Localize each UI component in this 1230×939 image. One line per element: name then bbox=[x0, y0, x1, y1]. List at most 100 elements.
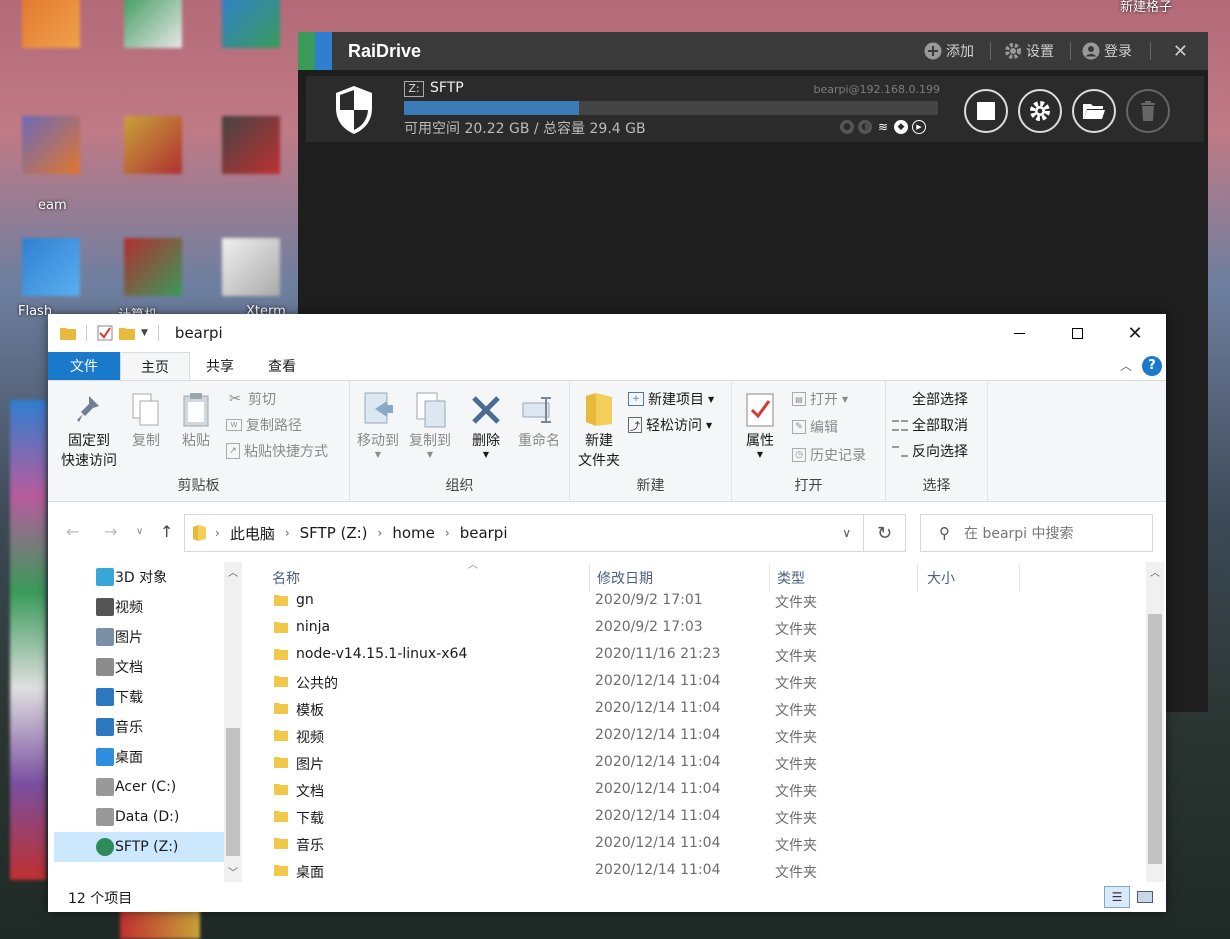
breadcrumb-this-pc[interactable]: 此电脑 bbox=[230, 523, 275, 544]
open-folder-button[interactable] bbox=[1072, 89, 1116, 133]
rename-button[interactable]: 重命名 bbox=[512, 389, 566, 451]
desktop-app-icon[interactable] bbox=[222, 116, 280, 174]
file-row[interactable]: 公共的 2020/12/14 11:04 文件夹 bbox=[272, 669, 1140, 696]
nav-item[interactable]: SFTP (Z:) bbox=[54, 832, 224, 862]
address-bar[interactable]: › 此电脑 › SFTP (Z:) › home › bearpi ∨ bbox=[184, 514, 864, 552]
file-row[interactable]: 模板 2020/12/14 11:04 文件夹 bbox=[272, 696, 1140, 723]
tab-view[interactable]: 查看 bbox=[250, 352, 314, 380]
help-button[interactable]: ? bbox=[1142, 356, 1162, 376]
cut-button[interactable]: ✂ 剪切 bbox=[226, 389, 276, 409]
history-button[interactable]: ◷ 历史记录 bbox=[792, 445, 866, 465]
scrollbar-thumb[interactable] bbox=[1148, 614, 1162, 864]
file-row[interactable]: 视频 2020/12/14 11:04 文件夹 bbox=[272, 723, 1140, 750]
breadcrumb-sftp[interactable]: SFTP (Z:) bbox=[300, 524, 368, 542]
nav-item[interactable]: 图片 bbox=[54, 622, 224, 652]
new-folder-icon[interactable] bbox=[119, 326, 135, 340]
file-row[interactable]: 音乐 2020/12/14 11:04 文件夹 bbox=[272, 831, 1140, 858]
maximize-button[interactable] bbox=[1048, 314, 1106, 352]
navigation-scrollbar[interactable]: ︿ ﹀ bbox=[224, 562, 242, 882]
properties-button[interactable]: 属性 ▼ bbox=[740, 389, 780, 459]
large-icons-view-icon bbox=[1137, 891, 1153, 903]
paste-button[interactable]: 粘贴 bbox=[174, 389, 218, 451]
paste-shortcut-button[interactable]: ↗ 粘贴快捷方式 bbox=[226, 441, 328, 461]
file-list-scrollbar[interactable]: ︿ bbox=[1146, 562, 1164, 882]
select-none-button[interactable]: 全部取消 bbox=[892, 415, 968, 435]
desktop-app-icon[interactable] bbox=[22, 0, 80, 48]
scrollbar-thumb[interactable] bbox=[226, 728, 240, 856]
delete-drive-button[interactable] bbox=[1126, 89, 1170, 133]
login-button[interactable]: 登录 bbox=[1082, 32, 1132, 70]
back-button[interactable]: ← bbox=[66, 522, 79, 541]
delete-button[interactable]: 删除 ▼ bbox=[464, 389, 508, 459]
breadcrumb-home[interactable]: home bbox=[392, 524, 435, 542]
raidrive-titlebar[interactable]: RaiDrive 添加 设置 登录 ✕ bbox=[298, 32, 1208, 70]
file-row[interactable]: gn 2020/9/2 17:01 文件夹 bbox=[272, 588, 1140, 615]
file-row[interactable]: node-v14.15.1-linux-x64 2020/11/16 21:23 文… bbox=[272, 642, 1140, 669]
desktop-app-icon[interactable] bbox=[22, 238, 80, 296]
open-button[interactable]: ▤ 打开 ▼ bbox=[792, 389, 848, 409]
desktop-app-icon[interactable] bbox=[222, 238, 280, 296]
properties-check-icon[interactable] bbox=[97, 325, 113, 341]
column-header-type[interactable]: 类型 bbox=[777, 568, 805, 588]
nav-item[interactable]: 3D 对象 bbox=[54, 562, 224, 592]
column-header-name[interactable]: 名称 bbox=[272, 568, 300, 588]
refresh-button[interactable]: ↻ bbox=[864, 514, 906, 552]
file-row[interactable]: 下载 2020/12/14 11:04 文件夹 bbox=[272, 804, 1140, 831]
disconnect-button[interactable] bbox=[964, 89, 1008, 133]
tab-file[interactable]: 文件 bbox=[48, 352, 120, 380]
new-folder-button[interactable]: 新建 文件夹 bbox=[574, 389, 624, 471]
search-input[interactable]: ⚲ 在 bearpi 中搜索 bbox=[920, 514, 1153, 552]
pin-quick-access-button[interactable]: 固定到 快速访问 bbox=[56, 389, 122, 471]
explorer-titlebar[interactable]: ▼ bearpi ✕ bbox=[48, 314, 1166, 352]
minimize-button[interactable] bbox=[990, 314, 1048, 352]
close-button[interactable]: ✕ bbox=[1106, 314, 1164, 352]
nav-item[interactable]: Acer (C:) bbox=[54, 772, 224, 802]
edit-button[interactable]: ✎ 编辑 bbox=[792, 417, 838, 437]
nav-item[interactable]: 音乐 bbox=[54, 712, 224, 742]
recent-locations-button[interactable]: ∨ bbox=[136, 526, 143, 537]
desktop-app-icon[interactable] bbox=[10, 400, 46, 880]
nav-item[interactable]: 视频 bbox=[54, 592, 224, 622]
forward-button[interactable]: → bbox=[104, 522, 117, 541]
large-icons-view-button[interactable] bbox=[1132, 886, 1158, 908]
move-to-button[interactable]: 移动到 ▼ bbox=[354, 389, 402, 459]
file-row[interactable]: ninja 2020/9/2 17:03 文件夹 bbox=[272, 615, 1140, 642]
nav-item[interactable]: Data (D:) bbox=[54, 802, 224, 832]
column-header-size[interactable]: 大小 bbox=[927, 568, 955, 588]
details-view-button[interactable]: ☰ bbox=[1104, 886, 1130, 908]
select-all-button[interactable]: 全部选择 bbox=[892, 389, 968, 409]
desktop-app-icon[interactable] bbox=[124, 238, 182, 296]
drive-letter-badge: Z: bbox=[404, 81, 424, 97]
invert-selection-button[interactable]: 反向选择 bbox=[892, 441, 968, 461]
breadcrumb-bearpi[interactable]: bearpi bbox=[460, 524, 508, 542]
copy-button[interactable]: 复制 bbox=[126, 389, 166, 451]
new-item-button[interactable]: + 新建项目 ▼ bbox=[628, 389, 714, 409]
file-row[interactable]: 图片 2020/12/14 11:04 文件夹 bbox=[272, 750, 1140, 777]
tab-home[interactable]: 主页 bbox=[120, 352, 190, 380]
drive-settings-button[interactable] bbox=[1018, 89, 1062, 133]
copy-to-button[interactable]: 复制到 ▼ bbox=[406, 389, 454, 459]
up-button[interactable]: ↑ bbox=[160, 522, 173, 541]
copy-path-button[interactable]: W 复制路径 bbox=[226, 415, 302, 435]
desktop-app-icon[interactable] bbox=[222, 0, 280, 48]
close-button[interactable]: ✕ bbox=[1173, 32, 1188, 70]
address-dropdown-icon[interactable]: ∨ bbox=[842, 526, 851, 540]
nav-item-label: 文档 bbox=[115, 660, 143, 676]
tab-share[interactable]: 共享 bbox=[190, 352, 250, 380]
easy-access-label: 轻松访问 bbox=[646, 418, 702, 434]
drive-entry[interactable]: Z: SFTP bearpi@192.168.0.199 可用空间 20.22 … bbox=[306, 76, 1204, 142]
settings-toolbar-button[interactable]: 设置 bbox=[1004, 32, 1054, 70]
file-row[interactable]: 桌面 2020/12/14 11:04 文件夹 bbox=[272, 858, 1140, 882]
nav-item[interactable]: 桌面 bbox=[54, 742, 224, 772]
desktop-app-icon[interactable] bbox=[124, 0, 182, 48]
nav-item[interactable]: 下载 bbox=[54, 682, 224, 712]
column-header-modified[interactable]: 修改日期 bbox=[597, 568, 653, 588]
add-button[interactable]: 添加 bbox=[924, 32, 974, 70]
nav-item[interactable]: 文档 bbox=[54, 652, 224, 682]
chevron-down-icon[interactable]: ▼ bbox=[141, 328, 148, 338]
collapse-ribbon-icon[interactable]: ︿ bbox=[1120, 357, 1132, 374]
easy-access-button[interactable]: ⤴ 轻松访问 ▼ bbox=[628, 415, 712, 435]
file-row[interactable]: 文档 2020/12/14 11:04 文件夹 bbox=[272, 777, 1140, 804]
desktop-app-icon[interactable] bbox=[124, 116, 182, 174]
desktop-app-icon[interactable] bbox=[22, 116, 80, 174]
